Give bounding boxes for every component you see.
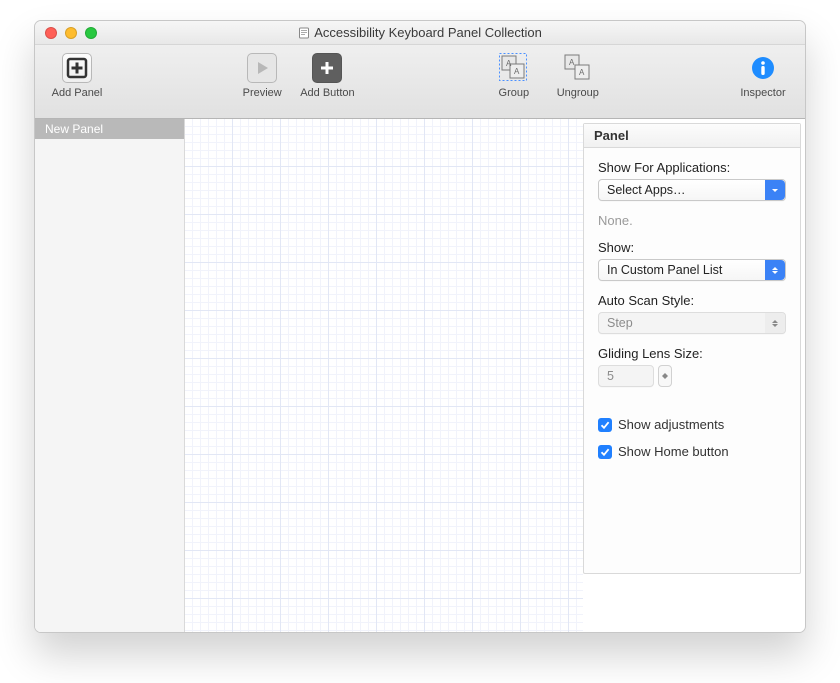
show-dropdown[interactable]: In Custom Panel List	[598, 259, 786, 281]
window: Accessibility Keyboard Panel Collection …	[34, 20, 806, 633]
show-adjustments-checkbox[interactable]: Show adjustments	[598, 417, 786, 432]
show-for-apps-label: Show For Applications:	[598, 160, 786, 175]
add-button-button[interactable]: Add Button	[294, 49, 360, 103]
sidebar-item-label: New Panel	[45, 122, 103, 136]
ungroup-icon: AA	[563, 53, 593, 83]
toolbar: Add Panel Preview Add Button AA Group AA	[35, 45, 805, 119]
group-icon: AA	[499, 53, 529, 83]
window-controls	[35, 27, 97, 39]
chevron-down-icon	[765, 180, 785, 200]
auto-scan-dropdown[interactable]: Step	[598, 312, 786, 334]
gliding-lens-field[interactable]: 5	[598, 365, 654, 387]
minimize-button[interactable]	[65, 27, 77, 39]
gliding-lens-value: 5	[607, 369, 614, 383]
updown-icon	[765, 313, 785, 333]
auto-scan-value: Step	[607, 316, 633, 330]
svg-text:A: A	[506, 59, 512, 68]
show-home-button-label: Show Home button	[618, 444, 729, 459]
svg-text:A: A	[514, 67, 520, 76]
gliding-lens-stepper[interactable]	[658, 365, 672, 387]
tb-label-group: Group	[499, 87, 530, 99]
ungroup-button[interactable]: AA Ungroup	[546, 49, 610, 103]
sidebar-item-new-panel[interactable]: New Panel	[35, 119, 184, 139]
plus-dark-icon	[312, 53, 342, 83]
content: New Panel Panel Show For Applications: S…	[35, 119, 805, 632]
tb-label-ungroup: Ungroup	[557, 87, 599, 99]
show-adjustments-label: Show adjustments	[618, 417, 724, 432]
show-value: In Custom Panel List	[607, 263, 722, 277]
svg-text:A: A	[579, 68, 585, 77]
document-icon	[298, 27, 310, 39]
canvas-grid[interactable]	[185, 119, 583, 632]
play-icon	[247, 53, 277, 83]
group-button[interactable]: AA Group	[482, 49, 546, 103]
tb-label-add-panel: Add Panel	[52, 87, 103, 99]
tb-label-add-button: Add Button	[300, 87, 354, 99]
checkbox-checked-icon	[598, 418, 612, 432]
tb-label-inspector: Inspector	[740, 87, 785, 99]
preview-button[interactable]: Preview	[230, 49, 294, 103]
updown-icon	[765, 260, 785, 280]
tb-label-preview: Preview	[243, 87, 282, 99]
auto-scan-label: Auto Scan Style:	[598, 293, 786, 308]
add-panel-button[interactable]: Add Panel	[45, 49, 109, 103]
sidebar: New Panel	[35, 119, 185, 632]
close-button[interactable]	[45, 27, 57, 39]
svg-text:A: A	[569, 58, 575, 67]
inspector-header: Panel	[584, 124, 800, 148]
info-icon	[748, 53, 778, 83]
window-title: Accessibility Keyboard Panel Collection	[35, 25, 805, 40]
gliding-lens-label: Gliding Lens Size:	[598, 346, 786, 361]
zoom-button[interactable]	[85, 27, 97, 39]
checkbox-checked-icon	[598, 445, 612, 459]
apps-none-text: None.	[598, 213, 786, 228]
titlebar: Accessibility Keyboard Panel Collection	[35, 21, 805, 45]
inspector-button[interactable]: Inspector	[731, 49, 795, 103]
select-apps-dropdown[interactable]: Select Apps…	[598, 179, 786, 201]
show-home-button-checkbox[interactable]: Show Home button	[598, 444, 786, 459]
select-apps-value: Select Apps…	[607, 183, 686, 197]
inspector-body: Show For Applications: Select Apps… None…	[584, 148, 800, 471]
inspector-panel: Panel Show For Applications: Select Apps…	[583, 123, 801, 574]
plus-square-icon	[62, 53, 92, 83]
show-label: Show:	[598, 240, 786, 255]
